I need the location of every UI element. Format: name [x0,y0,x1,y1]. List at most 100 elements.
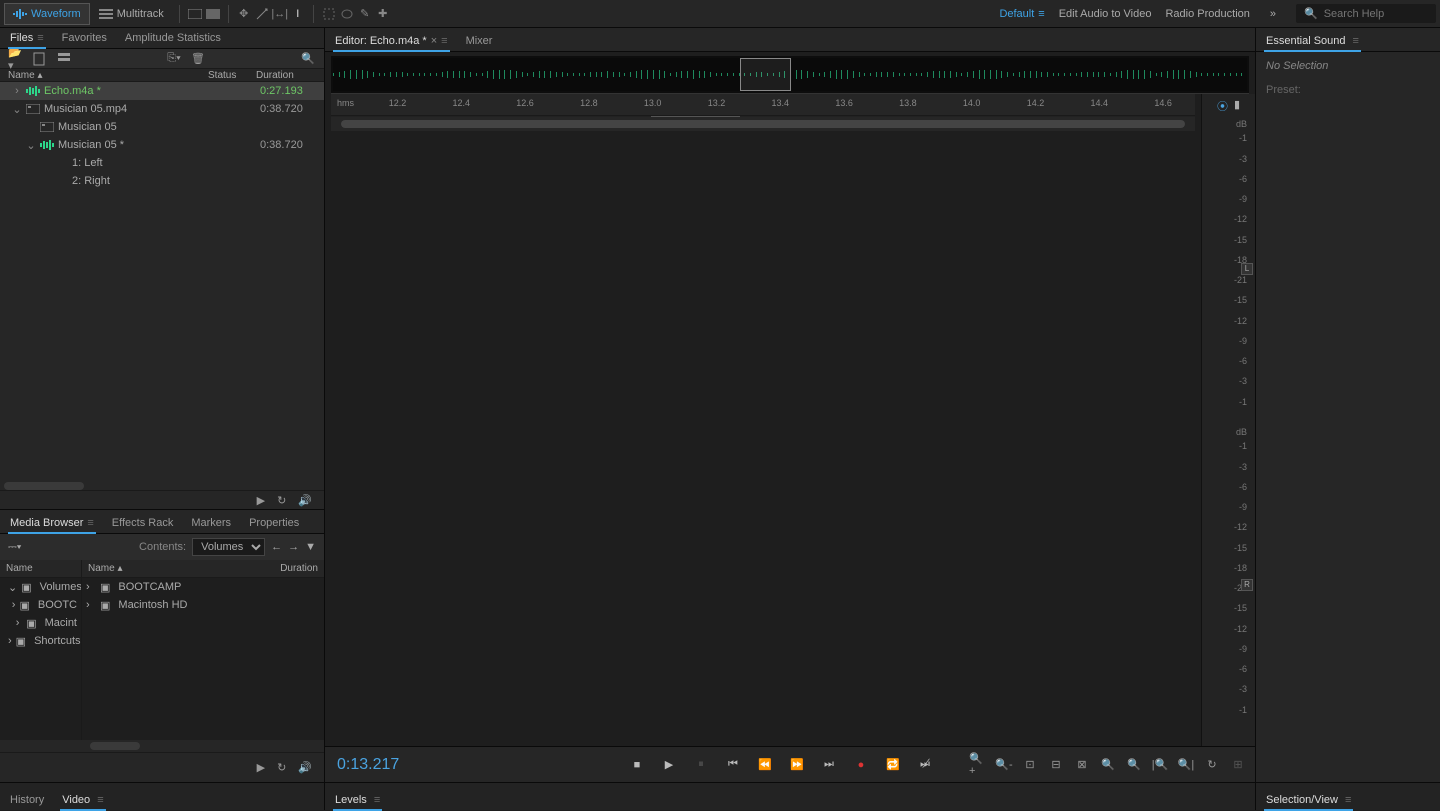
back-button[interactable]: ← [271,541,282,553]
workspace-radio-button[interactable]: Radio Production [1165,8,1249,20]
file-row[interactable]: Musician 05 [0,118,324,136]
menu-icon[interactable]: ≡ [441,35,447,47]
drive-icon[interactable]: ⎓▾ [8,541,21,554]
expand-icon[interactable]: › [86,581,96,593]
new-file-button[interactable] [32,51,48,67]
mb-col1-header[interactable]: Name [6,563,33,574]
mb-row[interactable]: ›▣Macintosh HD [82,596,324,614]
refresh-button[interactable]: ↻ [1203,756,1221,774]
mb-loop-button[interactable]: ↻ [277,761,286,774]
timecode-display[interactable]: 0:13.217 [333,756,593,774]
delete-button[interactable]: 🗑 [190,51,206,67]
record-button[interactable]: ● [851,755,871,775]
waveform-mode-button[interactable]: Waveform [4,3,90,25]
search-help-box[interactable]: 🔍 [1296,4,1436,23]
zoom-sel-button[interactable]: ⊟ [1047,756,1065,774]
slip-tool[interactable]: |↔| [271,5,289,23]
multitrack-mode-button[interactable]: Multitrack [90,3,173,25]
close-icon[interactable]: × [431,35,437,47]
spectral-toggle-button[interactable] [204,5,222,23]
tab-levels[interactable]: Levels ≡ [333,790,382,810]
menu-icon[interactable]: ≡ [1342,794,1351,806]
tab-media-browser[interactable]: Media Browser≡ [8,513,96,533]
tab-effects-rack[interactable]: Effects Rack [110,513,176,533]
file-row[interactable]: ›Echo.m4a *0:27.193 [0,82,324,100]
play-button[interactable]: ▶ [257,494,265,507]
search-help-input[interactable] [1324,8,1428,20]
tab-favorites[interactable]: Favorites [60,28,109,48]
menu-icon[interactable]: ≡ [371,794,380,806]
tab-mixer[interactable]: Mixer [464,31,495,51]
editor-hscroll[interactable] [331,117,1195,131]
menu-icon[interactable]: ≡ [94,794,103,806]
tab-video[interactable]: Video ≡ [60,790,105,810]
channel-r-button[interactable]: R [1241,579,1253,591]
new-multitrack-button[interactable] [56,51,72,67]
tab-history[interactable]: History [8,790,46,810]
channel-l-button[interactable]: L [1241,263,1253,275]
mb-play-button[interactable]: ▶ [257,761,265,774]
mb-hscroll[interactable] [0,740,324,752]
expand-icon[interactable]: ⌄ [8,581,17,594]
skip-button[interactable]: ⏭̸ [915,755,935,775]
goto-end-button[interactable]: ⏭ [819,755,839,775]
tab-markers[interactable]: Markers [189,513,233,533]
filter-search-input[interactable]: 🔍 [300,51,316,67]
expand-icon[interactable]: › [12,85,22,97]
files-hscroll[interactable] [0,482,324,490]
col-status[interactable]: Status [208,70,256,81]
zoom-reset-button[interactable]: ⊡ [1021,756,1039,774]
mb-row[interactable]: ›▣BOOTC [0,596,81,614]
pin-icon[interactable]: ⦿ [1217,98,1228,114]
mb-row[interactable]: ⌄▣Volumes [0,578,81,596]
razor-tool[interactable] [253,5,271,23]
file-tree[interactable]: ›Echo.m4a *0:27.193⌄Musician 05.mp40:38.… [0,82,324,482]
forward-button[interactable]: ⏩ [787,755,807,775]
stop-button[interactable]: ■ [627,755,647,775]
mb-col2-name[interactable]: Name ▴ [88,563,280,574]
time-selection-tool[interactable]: I [289,5,307,23]
autoplay-button[interactable]: 🔊 [298,494,312,507]
file-row[interactable]: ⌄Musician 05.mp40:38.720 [0,100,324,118]
workspace-more-button[interactable]: » [1264,8,1282,20]
mb-row[interactable]: ›▣Macint [0,614,81,632]
loop-button[interactable]: 🔁 [883,755,903,775]
zoom-full-button[interactable]: ⊠ [1073,756,1091,774]
mb-autoplay-button[interactable]: 🔊 [298,761,312,774]
expand-icon[interactable]: ⌄ [12,103,22,116]
mb-col2-duration[interactable]: Duration [280,563,318,574]
mb-row[interactable]: ›▣Shortcuts [0,632,81,650]
insert-button[interactable]: ⎘▾ [166,51,182,67]
file-row[interactable]: 2: Right [0,172,324,190]
brush-tool[interactable]: ✎ [356,5,374,23]
pause-button[interactable]: ⏸ [691,755,711,775]
zoom-in-amp-button[interactable]: 🔍 [1099,756,1117,774]
zoom-in-button[interactable]: 🔍+ [969,756,987,774]
expand-icon[interactable]: ⌄ [26,139,36,152]
mb-row[interactable]: ›▣BOOTCAMP [82,578,324,596]
rewind-button[interactable]: ⏪ [755,755,775,775]
col-duration[interactable]: Duration [256,70,316,81]
file-row[interactable]: 1: Left [0,154,324,172]
zoom-out-amp-button[interactable]: 🔍 [1125,756,1143,774]
play-button[interactable]: ▶ [659,755,679,775]
hud-toggle-button[interactable] [186,5,204,23]
overview-navigator[interactable] [331,56,1249,94]
menu-icon[interactable]: ≡ [37,32,43,44]
expand-icon[interactable]: › [86,599,96,611]
heal-tool[interactable]: ✚ [374,5,392,23]
marquee-tool[interactable] [320,5,338,23]
toggle-button[interactable]: ⊞ [1229,756,1247,774]
col-name[interactable]: Name ▴ [8,70,208,81]
expand-icon[interactable]: › [16,617,22,629]
move-tool[interactable]: ✥ [235,5,253,23]
marker-icon[interactable]: ▮ [1234,98,1240,114]
tab-editor[interactable]: Editor: Echo.m4a *×≡ [333,31,450,51]
tab-amplitude-stats[interactable]: Amplitude Statistics [123,28,223,48]
lasso-tool[interactable] [338,5,356,23]
zoom-out-button[interactable]: 🔍- [995,756,1013,774]
filter-button[interactable]: ▼ [305,541,316,553]
expand-icon[interactable]: › [12,599,16,611]
menu-icon[interactable]: ≡ [87,517,93,529]
loop-button[interactable]: ↻ [277,494,286,507]
